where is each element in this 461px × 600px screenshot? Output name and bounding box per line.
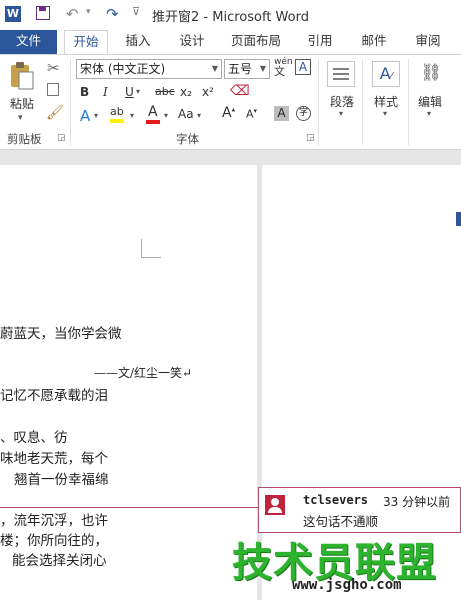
- save-icon[interactable]: [36, 6, 50, 20]
- redo-icon[interactable]: ↷: [106, 5, 119, 23]
- clipboard-launcher-icon[interactable]: ◲: [57, 133, 66, 143]
- customize-toolbar-icon[interactable]: ⊽: [132, 5, 140, 18]
- copy-icon[interactable]: [47, 83, 59, 96]
- phonetic-char-icon: 文: [274, 65, 285, 78]
- clear-formatting-icon[interactable]: ⌫: [230, 83, 250, 99]
- text-line: 味地老天荒，每个: [0, 451, 108, 467]
- chevron-down-icon: ▼: [211, 64, 218, 73]
- word-app-icon: W: [5, 6, 21, 22]
- tab-file[interactable]: 文件: [0, 30, 57, 54]
- tab-page-layout[interactable]: 页面布局: [222, 30, 290, 54]
- text-effects-dropdown-icon[interactable]: ▾: [94, 111, 98, 120]
- text-line: 楼；你所向往的，: [0, 533, 108, 549]
- character-border-icon[interactable]: A: [295, 59, 311, 75]
- comment-time: 33 分钟以前: [383, 495, 451, 509]
- comment-text[interactable]: 这句话不通顺: [303, 511, 378, 530]
- font-name-value: 宋体 (中文正文): [80, 62, 166, 76]
- shrink-font-label: A: [246, 107, 254, 121]
- editing-button[interactable]: 编辑: [418, 93, 442, 110]
- styles-icon[interactable]: A⁄: [372, 61, 400, 87]
- tab-design[interactable]: 设计: [168, 30, 216, 54]
- tab-insert[interactable]: 插入: [114, 30, 162, 54]
- comment-author: tclsevers: [303, 493, 369, 507]
- shrink-font-button[interactable]: A▾: [246, 107, 257, 121]
- paste-dropdown-icon[interactable]: ▾: [18, 113, 23, 123]
- text-line: 能会选择关闭心: [12, 553, 107, 569]
- chevron-down-icon: ▼: [259, 64, 266, 73]
- tab-references[interactable]: 引用: [296, 30, 344, 54]
- highlight-button[interactable]: ab: [110, 105, 124, 123]
- text-line: 蔚蓝天，当你学会微: [0, 326, 122, 342]
- watermark-url: www.jsgho.com: [292, 577, 402, 593]
- tab-home[interactable]: 开始: [64, 30, 108, 55]
- enclose-characters-button[interactable]: 字: [296, 106, 311, 121]
- text-fragment-marker: [456, 212, 461, 226]
- styles-dropdown-icon[interactable]: ▾: [383, 109, 387, 118]
- title-bar: 推开窗2 - Microsoft Word W ↶ ▾ ↷ ⊽: [0, 0, 461, 30]
- clipboard-group-label: 剪贴板: [7, 132, 42, 146]
- undo-icon[interactable]: ↶: [66, 5, 79, 23]
- styles-button[interactable]: 样式: [374, 93, 398, 110]
- group-divider: [70, 59, 71, 145]
- user-avatar-icon: [265, 495, 285, 515]
- editing-dropdown-icon[interactable]: ▾: [427, 109, 431, 118]
- font-color-dropdown-icon[interactable]: ▾: [164, 111, 168, 120]
- subscript-button[interactable]: x₂: [180, 85, 192, 99]
- ribbon-tabs: 文件 开始 插入 设计 页面布局 引用 邮件 审阅: [0, 30, 461, 55]
- bold-button[interactable]: B: [80, 85, 89, 99]
- underline-dropdown-icon[interactable]: ▾: [136, 87, 140, 96]
- text-effects-button[interactable]: A: [80, 107, 90, 125]
- group-divider: [408, 59, 409, 145]
- font-group-label: 字体: [176, 132, 199, 146]
- italic-button[interactable]: I: [103, 85, 108, 99]
- font-name-select[interactable]: 宋体 (中文正文) ▼: [76, 59, 222, 79]
- font-color-button[interactable]: A: [146, 105, 160, 124]
- highlight-dropdown-icon[interactable]: ▾: [130, 111, 134, 120]
- paste-button[interactable]: 粘贴: [10, 95, 34, 112]
- change-case-dropdown-icon[interactable]: ▾: [197, 111, 201, 120]
- underline-button[interactable]: U: [125, 85, 134, 99]
- comment-balloon[interactable]: tclsevers 33 分钟以前 这句话不通顺: [258, 487, 461, 533]
- group-divider: [318, 59, 319, 145]
- phonetic-guide-button[interactable]: wén 文: [274, 57, 293, 78]
- text-line: 翘首一份幸福绵: [14, 472, 109, 488]
- undo-dropdown-icon[interactable]: ▾: [86, 7, 91, 17]
- grow-font-label: A: [222, 105, 232, 121]
- paragraph-dropdown-icon[interactable]: ▾: [339, 109, 343, 118]
- strikethrough-button[interactable]: abc: [155, 85, 175, 98]
- tab-mailings[interactable]: 邮件: [350, 30, 398, 54]
- format-painter-icon[interactable]: 🖌: [46, 105, 64, 121]
- font-launcher-icon[interactable]: ◲: [306, 133, 315, 143]
- comment-anchor-line: [0, 507, 262, 508]
- paragraph-button[interactable]: 段落: [330, 93, 354, 110]
- superscript-button[interactable]: x²: [202, 85, 214, 99]
- character-shading-button[interactable]: A: [274, 106, 289, 121]
- group-divider: [362, 59, 363, 145]
- text-line: ——文/红尘一笑↵: [94, 366, 193, 380]
- tab-review[interactable]: 审阅: [404, 30, 452, 54]
- document-page[interactable]: 蔚蓝天，当你学会微 ——文/红尘一笑↵ 记忆不愿承载的泪 、叹息、彷 味地老天荒…: [0, 165, 257, 600]
- cut-icon[interactable]: ✂: [47, 59, 60, 77]
- page-margin-marker: [141, 239, 161, 258]
- ribbon: 粘贴 ▾ ✂ 🖌 剪贴板 ◲ 宋体 (中文正文) ▼ 五号 ▼ wén 文 A …: [0, 54, 461, 150]
- text-line: 、叹息、彷: [0, 430, 68, 446]
- font-size-value: 五号: [228, 62, 253, 76]
- font-size-select[interactable]: 五号 ▼: [224, 59, 270, 79]
- change-case-button[interactable]: Aa: [178, 107, 194, 121]
- grow-font-button[interactable]: A▴: [222, 105, 235, 121]
- paste-icon[interactable]: [8, 61, 36, 91]
- paragraph-icon[interactable]: [327, 61, 355, 87]
- binoculars-icon[interactable]: ⛓: [417, 61, 445, 87]
- text-line: 记忆不愿承载的泪: [0, 388, 108, 404]
- text-line: ，流年沉浮，也许: [0, 513, 108, 529]
